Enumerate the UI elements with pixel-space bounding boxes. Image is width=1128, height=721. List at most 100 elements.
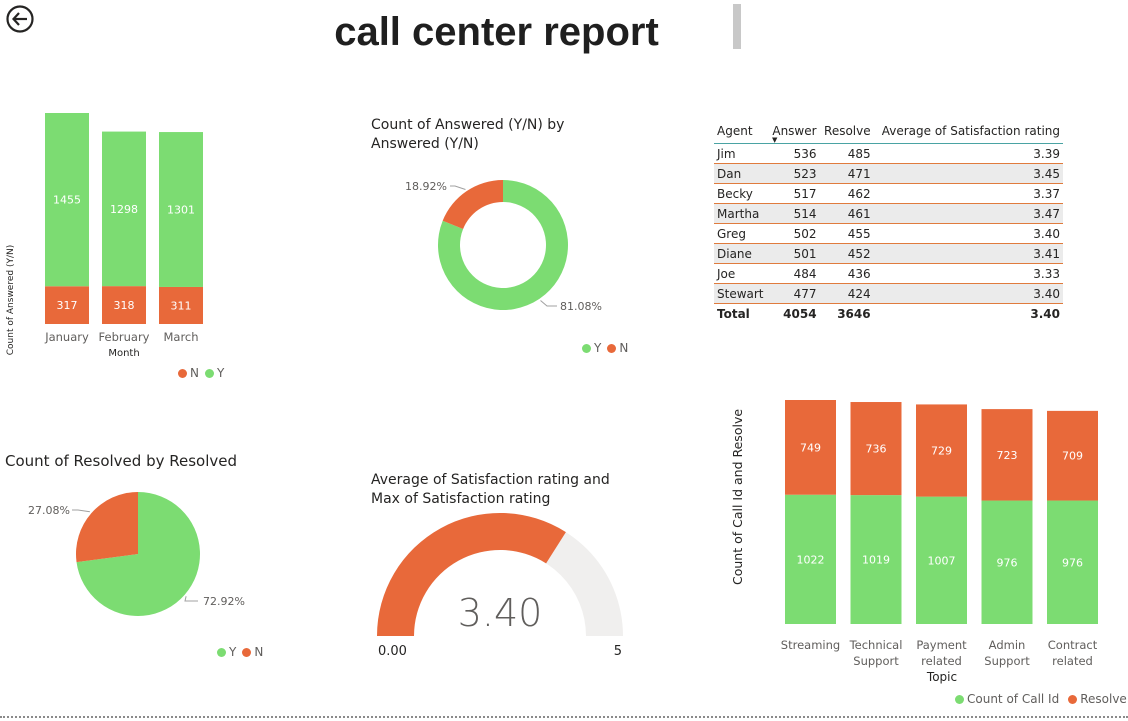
total-answer: 4054 [767,303,820,324]
resolved-legend-n: N [254,645,264,659]
cell-agent: Becky [714,183,768,204]
cell-answer: 502 [767,223,820,244]
answered-legend-n: N [619,341,629,355]
tick-label: related [921,654,962,668]
monthly-ylabel: Count of Answered (Y/N) [6,245,16,355]
monthly-legend-n: N [190,366,199,380]
cell-resolve: 485 [819,143,874,164]
col-resolve[interactable]: Resolve [820,119,874,144]
tick-label: Support [984,654,1030,668]
answered-legend-y: Y [594,341,602,355]
legend-swatch-n [242,647,252,657]
table-total-row: Total 4054 3646 3.40 [714,303,1063,324]
cell-answer: 514 [767,203,820,224]
legend-swatch-y [204,368,214,378]
legend-swatch-resolve [1068,694,1078,704]
sort-desc-icon: ▼ [771,136,778,144]
legend-swatch-n [607,343,617,353]
cell-answer: 501 [767,243,820,264]
resolved-pie-chart: 72.92% 27.08% [28,492,245,616]
cell-agent: Jim [714,143,768,164]
table-row: Dan 523 471 3.45 [714,163,1063,184]
cell-answer: 523 [767,163,820,184]
cell-resolve: 461 [819,203,874,224]
data-label: 729 [931,445,952,458]
table-row: Diane 501 452 3.41 [714,243,1063,264]
leader-line [184,596,198,602]
slice-n [76,492,138,563]
slice-pct-label: 27.08% [28,504,70,517]
col-satisfaction[interactable]: Average of Satisfaction rating [874,119,1063,144]
legend-swatch-n [178,368,187,378]
topic-bar-chart: Count of Call Id and Resolve 1022 749 Stre… [730,400,1098,684]
cell-agent: Joe [714,263,768,284]
data-label: 318 [114,299,135,312]
legend-swatch-count [955,694,964,704]
slice-n [442,180,503,229]
resolved-legend: Y N [217,645,263,659]
cell-agent: Dan [714,163,768,184]
total-satisfaction: 3.40 [873,303,1063,324]
cell-agent: Greg [714,223,768,244]
legend-swatch-y [217,647,226,657]
tick-label: related [1052,654,1093,668]
cell-resolve: 471 [819,163,874,184]
cell-satisfaction: 3.41 [873,243,1063,264]
leader-line [72,509,90,513]
slice-pct-label: 18.92% [405,180,447,193]
gauge-min-label: 0.00 [378,644,407,659]
data-label: 1007 [928,554,956,567]
cell-satisfaction: 3.45 [873,163,1063,184]
data-label: 317 [57,299,78,312]
table-row: Greg 502 455 3.40 [714,223,1063,244]
col-answer[interactable]: Answer ▼ [768,119,820,144]
monthly-legend: N Y [178,366,224,380]
cell-satisfaction: 3.33 [873,263,1063,284]
data-label: 311 [171,299,192,312]
page-title: call center report [334,10,659,54]
cell-answer: 517 [767,183,820,204]
tick-label: Payment [916,638,967,652]
data-label: 709 [1062,450,1083,463]
col-agent[interactable]: Agent [714,119,768,144]
gauge-max-label: 5 [614,644,622,659]
table-row: Stewart 477 424 3.40 [714,283,1063,304]
data-label: 1298 [110,203,138,216]
total-resolve: 3646 [819,303,874,324]
cell-satisfaction: 3.47 [873,203,1063,224]
answered-title-line-2: Answered (Y/N) [371,136,479,152]
tick-label: February [99,330,150,344]
data-label: 723 [997,449,1018,462]
col-answer-label: Answer [772,124,817,138]
cell-satisfaction: 3.40 [873,223,1063,244]
tick-label: Streaming [781,638,840,652]
cell-agent: Stewart [714,283,768,304]
gauge-value: 3.40 [458,591,543,635]
monthly-bar-chart: Count of Answered (Y/N) 317 1455 January 31… [6,113,203,359]
answered-legend: Y N [582,341,628,355]
satisfaction-gauge: 3.40 0.00 5 [377,513,623,659]
tick-label: Support [853,654,899,668]
table-row: Martha 514 461 3.47 [714,203,1063,224]
data-label: 976 [1062,556,1083,569]
slice-pct-label: 81.08% [560,300,602,313]
data-label: 1022 [797,553,825,566]
cell-agent: Martha [714,203,768,224]
topic-ylabel: Count of Call Id and Resolve [730,409,745,585]
table-row: Jim 536 485 3.39 [714,143,1063,164]
data-label: 1019 [862,554,890,567]
data-label: 749 [800,441,821,454]
data-label: 1455 [53,194,81,207]
answered-title: Count of Answered (Y/N) by Answered (Y/N… [371,116,564,154]
agent-table: Agent Answer ▼ Resolve Average of Satisf… [714,119,1063,324]
page-bottom-border [0,716,1128,718]
table-header-row: Agent Answer ▼ Resolve Average of Satisf… [714,119,1063,144]
total-label: Total [714,303,768,324]
data-label: 1301 [167,204,195,217]
topic-legend: Count of Call Id Resolve [955,692,1127,706]
cell-resolve: 462 [819,183,874,204]
cell-resolve: 424 [819,283,874,304]
cell-satisfaction: 3.37 [873,183,1063,204]
monthly-xlabel: Month [108,348,139,359]
monthly-legend-y: Y [216,366,225,380]
